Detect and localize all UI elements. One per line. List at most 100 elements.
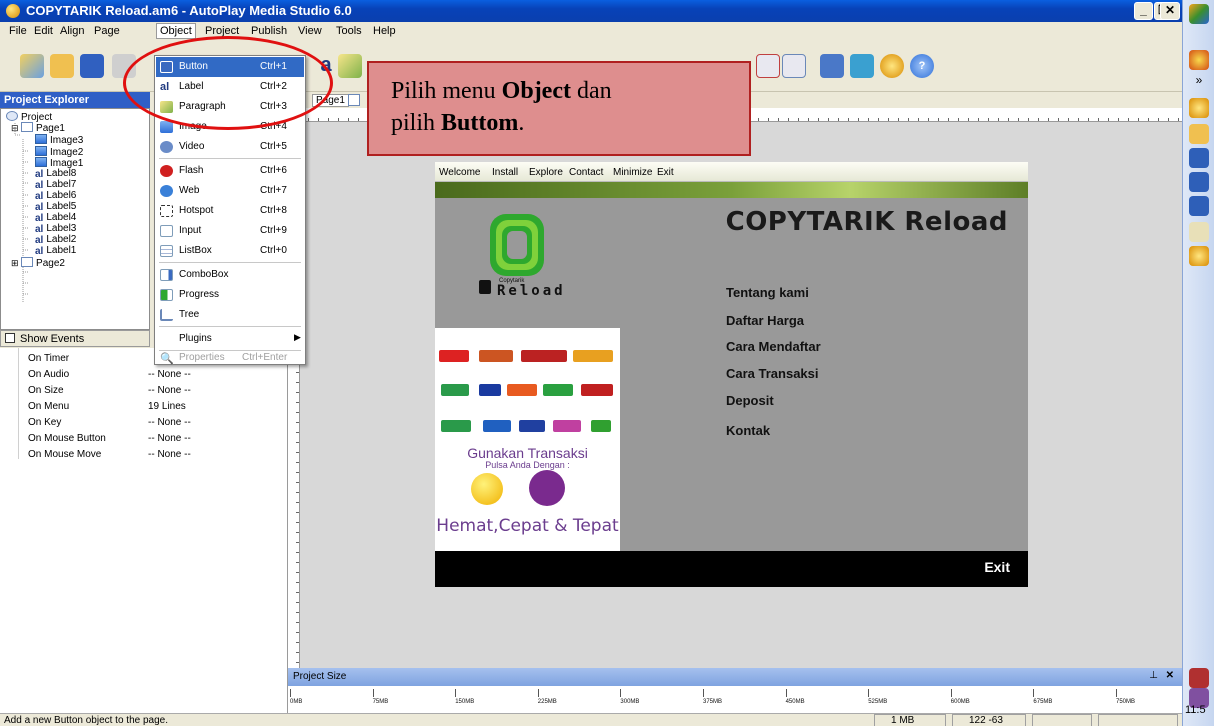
scale-tick xyxy=(455,689,457,697)
word-task-icon-1[interactable] xyxy=(1189,148,1209,168)
event-row-on-size[interactable]: On Size -- None -- xyxy=(0,383,288,399)
menu-item-combobox[interactable]: ComboBox xyxy=(156,265,304,285)
autoplay-task-icon-2[interactable] xyxy=(1189,246,1209,266)
pin-icon[interactable]: ⊥ xyxy=(1149,670,1158,681)
properties-icon: 🔍 xyxy=(160,353,174,365)
project-size-header: Project Size ⊥ ✕ xyxy=(288,668,1182,686)
preview-icon[interactable] xyxy=(782,54,806,78)
phone-icon xyxy=(479,280,491,294)
label-icon: al xyxy=(35,235,44,246)
app-menu-kontak[interactable]: Kontak xyxy=(726,423,770,438)
build-icon[interactable] xyxy=(850,54,874,78)
menu-object[interactable]: Object xyxy=(156,23,196,39)
menu-file[interactable]: File xyxy=(9,25,27,37)
logo-reload-text: Reload xyxy=(497,283,566,299)
app-menu-daftar-harga[interactable]: Daftar Harga xyxy=(726,313,804,328)
operator-logo xyxy=(591,420,611,432)
folder-task-icon[interactable] xyxy=(1189,124,1209,144)
menu-item-properties[interactable]: 🔍 Properties Ctrl+Enter xyxy=(156,348,304,368)
project-tree[interactable]: Project ⊟ Page1 Image3 Image2 Image1 al L… xyxy=(0,108,150,330)
scale-tick xyxy=(620,689,622,697)
run-icon[interactable] xyxy=(880,54,904,78)
close-panel-icon[interactable]: ✕ xyxy=(1166,670,1174,681)
label-icon: al xyxy=(35,180,44,191)
app-nav-contact[interactable]: Contact xyxy=(569,167,603,178)
app-menu-deposit[interactable]: Deposit xyxy=(726,393,774,408)
app-exit-button[interactable]: Exit xyxy=(984,559,1010,575)
network-icon[interactable] xyxy=(1189,668,1209,688)
operator-logo xyxy=(519,420,545,432)
delete-page-icon[interactable] xyxy=(756,54,780,78)
more-chevron-icon[interactable]: » xyxy=(1189,70,1209,90)
clock: 11:5 xyxy=(1185,704,1206,716)
operator-logo xyxy=(507,384,537,396)
event-row-on-menu[interactable]: On Menu 19 Lines xyxy=(0,399,288,415)
paint-task-icon[interactable] xyxy=(1189,222,1209,242)
menu-help[interactable]: Help xyxy=(373,25,396,37)
wizard-icon[interactable] xyxy=(20,54,44,78)
menu-item-hotspot[interactable]: Hotspot Ctrl+8 xyxy=(156,201,304,221)
scale-tick xyxy=(290,689,291,697)
menu-item-tree[interactable]: Tree xyxy=(156,305,304,325)
scale-label: 375MB xyxy=(703,699,723,705)
app-page-preview[interactable]: Welcome Install Explore Contact Minimize… xyxy=(435,162,1028,587)
menu-item-progress[interactable]: Progress xyxy=(156,285,304,305)
menu-item-flash[interactable]: Flash Ctrl+6 xyxy=(156,161,304,181)
scale-label: 675MB xyxy=(1033,699,1053,705)
image-icon xyxy=(35,146,47,156)
menu-publish[interactable]: Publish xyxy=(251,25,287,37)
app-nav-explore[interactable]: Explore xyxy=(529,167,563,178)
callout-text: Pilih menu Object dan pilih Buttom. xyxy=(391,78,612,136)
reload-logo xyxy=(490,214,544,276)
app-nav-minimize[interactable]: Minimize xyxy=(613,167,652,178)
app-menu-cara-mendaftar[interactable]: Cara Mendaftar xyxy=(726,339,821,354)
event-row-on-mouse-move[interactable]: On Mouse Move -- None -- xyxy=(0,447,288,463)
menu-item-plugins[interactable]: Plugins ▶ xyxy=(156,329,304,349)
event-row-on-mouse-button[interactable]: On Mouse Button -- None -- xyxy=(0,431,288,447)
paragraph-tool-icon[interactable] xyxy=(338,54,362,78)
minimize-button[interactable]: _ xyxy=(1134,2,1153,20)
app-nav-install[interactable]: Install xyxy=(492,167,518,178)
scale-label: 0MB xyxy=(290,699,303,705)
menu-item-video[interactable]: Video Ctrl+5 xyxy=(156,137,304,157)
menu-align[interactable]: Align xyxy=(60,25,84,37)
operator-logo xyxy=(573,350,613,362)
publish-icon[interactable] xyxy=(820,54,844,78)
app-icon[interactable] xyxy=(6,4,20,18)
operator-logo xyxy=(581,384,613,396)
checkbox-icon xyxy=(5,333,15,343)
event-row-on-key[interactable]: On Key -- None -- xyxy=(0,415,288,431)
operator-logo xyxy=(479,384,501,396)
menu-bar: File Edit Align Page Object Project Publ… xyxy=(0,22,1182,42)
scale-label: 750MB xyxy=(1116,699,1136,705)
yahoo-logo-icon xyxy=(529,470,565,506)
menu-page[interactable]: Page xyxy=(94,25,120,37)
app-menu-cara-transaksi[interactable]: Cara Transaksi xyxy=(726,366,819,381)
menu-tools[interactable]: Tools xyxy=(336,25,362,37)
show-events-checkbox[interactable]: Show Events xyxy=(0,330,150,347)
start-icon[interactable] xyxy=(1189,4,1209,24)
autoplay-task-icon[interactable] xyxy=(1189,98,1209,118)
word-task-icon-3[interactable] xyxy=(1189,196,1209,216)
submenu-arrow-icon: ▶ xyxy=(294,332,301,342)
event-row-on-audio[interactable]: On Audio -- None -- xyxy=(0,367,288,383)
scale-label: 150MB xyxy=(455,699,475,705)
save-icon[interactable] xyxy=(80,54,104,78)
word-task-icon-2[interactable] xyxy=(1189,172,1209,192)
browser-icon[interactable] xyxy=(1189,50,1209,70)
menu-view[interactable]: View xyxy=(298,25,322,37)
open-folder-icon[interactable] xyxy=(50,54,74,78)
app-nav-exit[interactable]: Exit xyxy=(657,167,674,178)
status-message: Add a new Button object to the page. xyxy=(4,715,169,726)
close-button[interactable]: ✕ xyxy=(1160,2,1180,20)
menu-edit[interactable]: Edit xyxy=(34,25,53,37)
page-icon[interactable] xyxy=(348,94,360,106)
app-nav-welcome[interactable]: Welcome xyxy=(439,167,481,178)
menu-item-input[interactable]: Input Ctrl+9 xyxy=(156,221,304,241)
app-menu-tentang-kami[interactable]: Tentang kami xyxy=(726,285,809,300)
tree-item-page2[interactable]: ⊞ Page2 xyxy=(11,257,65,270)
menu-item-listbox[interactable]: ListBox Ctrl+0 xyxy=(156,241,304,261)
scale-label: 525MB xyxy=(868,699,888,705)
menu-item-web[interactable]: Web Ctrl+7 xyxy=(156,181,304,201)
help-icon[interactable]: ? xyxy=(910,54,934,78)
